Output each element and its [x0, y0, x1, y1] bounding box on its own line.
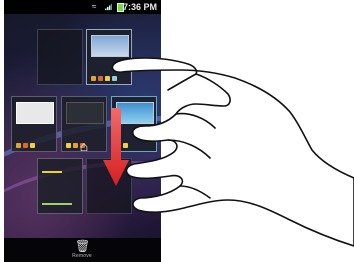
home-panel-6[interactable]: [37, 158, 83, 214]
trash-label: Remove: [72, 253, 92, 259]
bottom-bar: 🗑 Remove: [4, 238, 161, 262]
trash-can-icon[interactable]: 🗑: [75, 239, 90, 253]
status-bar: ≈ 7:36 PM: [4, 0, 161, 14]
status-widget: [42, 203, 72, 205]
app-icons: [91, 68, 127, 81]
clock-widget: [42, 171, 62, 173]
home-panel-3[interactable]: [11, 96, 57, 152]
home-icon: ⌂: [79, 138, 89, 154]
home-panel-2[interactable]: [86, 29, 132, 85]
white-widget: [16, 102, 54, 124]
picture-widget: [91, 35, 129, 57]
home-panel-1[interactable]: [37, 29, 83, 85]
red-down-arrow-icon: [103, 108, 129, 186]
dark-widget: [66, 102, 104, 124]
status-time: 7:36 PM: [122, 2, 157, 12]
phone-screen: ≈ 7:36 PM ⌂ 🗑 Remove: [4, 0, 161, 262]
signal-icon: [105, 3, 112, 11]
app-icons: [16, 135, 52, 148]
wifi-icon: ≈: [92, 2, 97, 11]
